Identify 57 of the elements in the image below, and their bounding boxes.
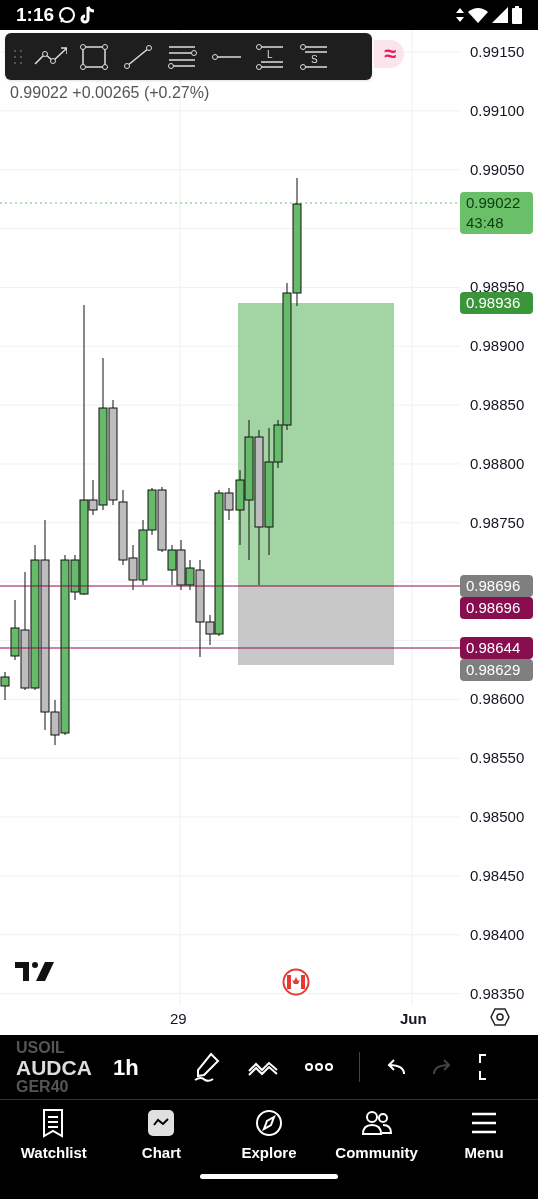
line-icon[interactable] xyxy=(121,43,155,70)
price-label: 0.98800 xyxy=(470,454,525,473)
price-badge: 0.98936 xyxy=(460,292,533,314)
flag-icon[interactable] xyxy=(282,968,310,996)
rectangle-icon[interactable] xyxy=(77,43,111,70)
price-label: 0.99100 xyxy=(470,101,525,120)
time-label: 29 xyxy=(170,1009,187,1029)
price-label: 0.98350 xyxy=(470,984,525,1003)
chart-icon xyxy=(146,1108,177,1138)
music-note-icon xyxy=(80,6,97,24)
price-badge: 0.98696 xyxy=(460,597,533,619)
more-icon[interactable] xyxy=(305,1062,333,1072)
short-position-tool[interactable]: S xyxy=(297,43,331,70)
price-label: 0.98450 xyxy=(470,866,525,885)
settings-icon[interactable] xyxy=(490,1007,510,1027)
price-label: 0.98600 xyxy=(470,690,525,709)
price-badge: 0.98644 xyxy=(460,637,533,659)
symbol-item[interactable]: AUDCA xyxy=(16,1056,105,1078)
price-label: 0.99150 xyxy=(470,43,525,61)
candle xyxy=(0,671,10,701)
pencil-icon[interactable] xyxy=(193,1052,221,1082)
quote-change: 0.99022 +0.00265 (+0.27%) xyxy=(10,83,210,103)
nav-tab[interactable]: Community xyxy=(322,1108,431,1170)
price-label: 0.99050 xyxy=(470,160,525,179)
price-label: 0.98850 xyxy=(470,396,525,415)
compass-icon xyxy=(254,1108,284,1138)
people-icon xyxy=(361,1108,392,1138)
nav-tab[interactable]: Watchlist xyxy=(0,1108,108,1170)
long-position-tool[interactable]: L xyxy=(253,43,287,70)
battery-icon xyxy=(512,6,522,24)
price-label: 0.98750 xyxy=(470,513,525,532)
price-badge: 0.98696 xyxy=(460,575,533,597)
nav-tab[interactable]: Chart xyxy=(107,1108,216,1170)
parallel-lines-icon[interactable] xyxy=(165,43,199,70)
price-label: 0.98400 xyxy=(470,925,525,944)
candle xyxy=(147,487,157,536)
logo-icon[interactable] xyxy=(15,962,54,981)
signal-icon xyxy=(492,7,508,23)
interval-selector[interactable]: 1h xyxy=(113,1050,183,1084)
data-arrows-icon xyxy=(456,8,464,22)
candle xyxy=(138,519,148,586)
indicator-button[interactable]: ≈ xyxy=(374,40,405,68)
wifi-icon xyxy=(468,7,488,23)
price-badge: 0.99022 43:48 xyxy=(460,192,533,234)
nav-tab[interactable]: Explore xyxy=(215,1108,323,1170)
nav-tab[interactable]: Menu xyxy=(430,1108,538,1170)
clock: 1:16 xyxy=(16,2,55,27)
price-label: 0.98500 xyxy=(470,808,525,827)
chat-bubble-icon xyxy=(58,6,77,24)
price-label: 0.98900 xyxy=(470,337,525,356)
entry-line[interactable] xyxy=(0,585,461,587)
time-label: Jun xyxy=(400,1009,427,1029)
undo-icon[interactable] xyxy=(386,1059,406,1075)
horizontal-line[interactable] xyxy=(0,647,461,649)
drag-handle-icon[interactable] xyxy=(13,48,23,65)
price-label: 0.98550 xyxy=(470,749,525,768)
price-badge: 0.98629 xyxy=(460,659,533,681)
